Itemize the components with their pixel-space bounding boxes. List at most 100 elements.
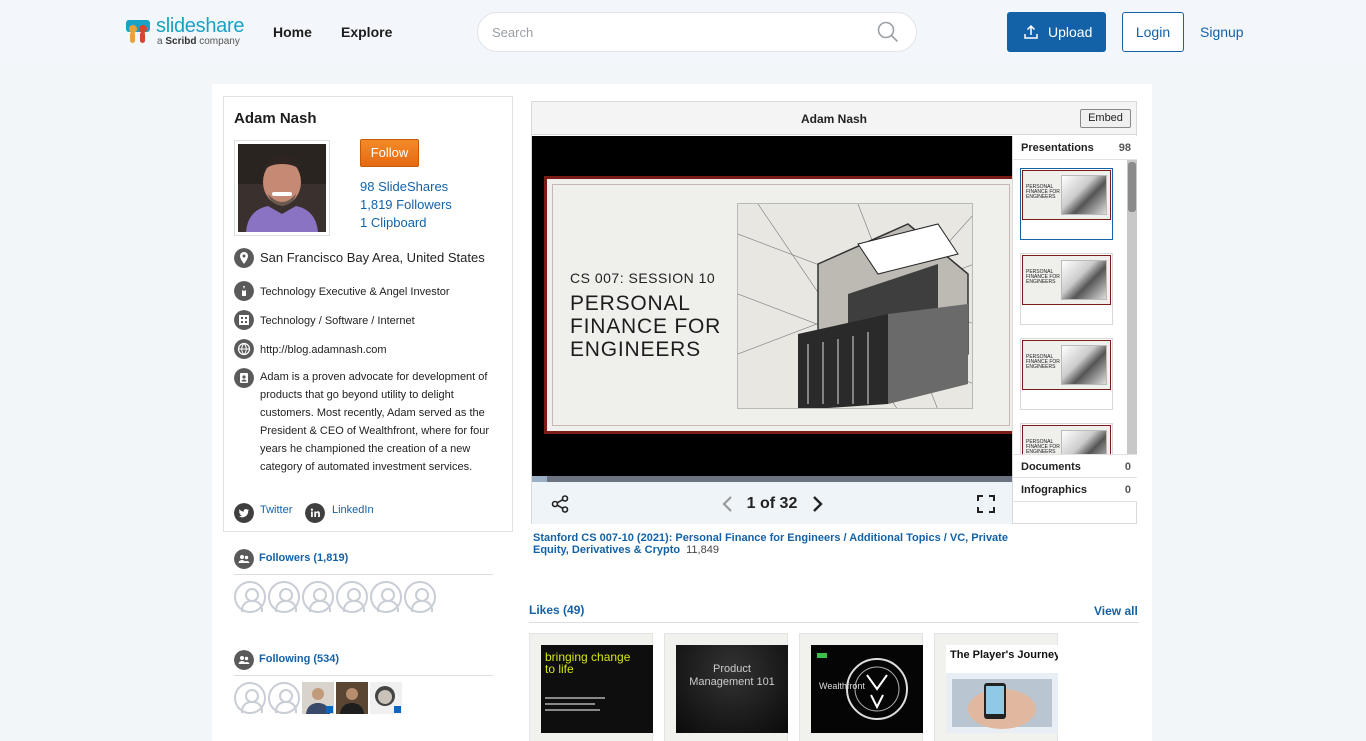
liked-presentation-card[interactable]: The Player's Journey [934,633,1058,741]
liked-thumbnail-art [946,673,1058,733]
avatar-photo [238,144,326,232]
clipboard-count-link[interactable]: 1 Clipboard [360,215,427,230]
thumbnail-item[interactable]: PERSONAL FINANCE FOR ENGINEERS [1020,423,1113,454]
following-group-icon [234,650,254,670]
follower-avatar[interactable] [404,581,436,613]
following-avatar[interactable] [234,682,266,714]
thumbnail-image: PERSONAL FINANCE FOR ENGINEERS [1022,170,1111,220]
followers-divider [234,574,493,575]
thumbnail-item[interactable]: PERSONAL FINANCE FOR ENGINEERS [1020,168,1113,240]
slideshow-viewer: Adam Nash Embed CS 007: SESSION 10 PERSO… [531,101,1137,524]
website-row: http://blog.adamnash.com [234,339,504,359]
linkedin-link[interactable]: LinkedIn [332,504,374,516]
view-count: 11,849 [686,544,719,556]
upload-label: Upload [1048,24,1093,40]
scrollbar-thumb[interactable] [1128,162,1136,212]
viewer-titlebar: Adam Nash Embed [532,102,1136,135]
contact-card-icon [234,368,254,388]
liked-presentation-card[interactable]: Product Management 101 [664,633,788,741]
follower-avatar[interactable] [268,581,300,613]
location-text: San Francisco Bay Area, United States [260,250,485,265]
liked-thumb-text: The Player's Journey [950,649,1058,661]
thumbnail-text: PERSONAL FINANCE FOR ENGINEERS [1026,184,1060,200]
follower-avatar[interactable] [302,581,334,613]
tab-presentations-label: Presentations [1021,142,1094,154]
following-avatar[interactable] [370,682,402,714]
viewer-title: Adam Nash [800,112,868,126]
thumbnail-text: PERSONAL FINANCE FOR ENGINEERS [1026,439,1060,455]
linkedin-icon[interactable] [305,503,325,523]
liked-thumb-text: Management 101 [689,676,775,688]
building-icon [234,310,254,330]
followers-title-link[interactable]: Followers (1,819) [259,552,348,564]
upload-icon [1024,24,1038,39]
following-avatar[interactable] [336,682,368,714]
nav-home[interactable]: Home [273,24,312,40]
occupation-row: Technology Executive & Angel Investor [234,281,504,301]
thumbnail-scrollbar[interactable] [1127,160,1137,454]
slide-subtitle: CS 007: SESSION 10 [570,270,716,286]
search-bar [477,12,917,52]
website-link[interactable]: http://blog.adamnash.com [260,341,387,359]
presentation-title-link[interactable]: Stanford CS 007-10 (2021): Personal Fina… [533,532,1008,556]
logo-wordmark: slideshare [156,15,245,37]
fullscreen-icon[interactable] [976,494,996,514]
search-input[interactable] [492,22,852,42]
followers-group-icon [234,549,254,569]
tab-documents-count: 0 [1124,461,1131,473]
tab-documents-label: Documents [1021,461,1081,473]
next-slide-icon[interactable] [807,494,827,514]
signup-link[interactable]: Signup [1200,24,1244,40]
top-header: slideshare a Scribd company Home Explore… [0,0,1366,64]
liked-thumb-text: to life [545,662,574,676]
upload-button[interactable]: Upload [1007,12,1106,52]
twitter-link[interactable]: Twitter [260,504,292,516]
slide-stage[interactable]: CS 007: SESSION 10 PERSONAL FINANCE FOR … [532,136,1012,482]
embed-button[interactable]: Embed [1080,109,1131,128]
tab-documents[interactable]: Documents 0 [1013,454,1137,478]
profile-card: Adam Nash Follow 98 SlideShares 1,819 Fo… [223,96,513,532]
liked-presentation-card[interactable]: bringing change to life [529,633,653,741]
slideshare-logo-icon [126,20,150,43]
location-row: San Francisco Bay Area, United States [234,248,504,270]
likes-divider [529,622,1139,623]
liked-presentation-card[interactable]: Wealthfront [799,633,923,741]
slideshare-logo[interactable]: slideshare a Scribd company [124,15,254,49]
slide-architecture-image [737,203,973,409]
thumbnail-item[interactable]: PERSONAL FINANCE FOR ENGINEERS [1020,253,1113,325]
follower-avatar[interactable] [234,581,266,613]
liked-thumbnail: Product Management 101 [676,645,788,733]
occupation-text: Technology Executive & Angel Investor [260,286,450,298]
following-divider [234,675,493,676]
industry-text: Technology / Software / Internet [260,315,415,327]
thumbnail-image: PERSONAL FINANCE FOR ENGINEERS [1022,425,1111,454]
followers-count-link[interactable]: 1,819 Followers [360,197,452,212]
following-avatar[interactable] [268,682,300,714]
nav-explore[interactable]: Explore [341,24,392,40]
follower-avatar[interactable] [336,581,368,613]
current-slide: CS 007: SESSION 10 PERSONAL FINANCE FOR … [544,176,1012,434]
liked-thumbnail: The Player's Journey [946,645,1058,733]
thumbnail-text: PERSONAL FINANCE FOR ENGINEERS [1026,269,1060,285]
bio-text: Adam is a proven advocate for developmen… [260,371,490,473]
presentation-caption: Stanford CS 007-10 (2021): Personal Fina… [533,532,1023,556]
twitter-icon[interactable] [234,503,254,523]
slideshares-count-link[interactable]: 98 SlideShares [360,179,448,194]
liked-thumb-text: Product [713,663,751,675]
follow-button[interactable]: Follow [360,139,419,167]
following-title-link[interactable]: Following (534) [259,653,339,665]
likes-title-link[interactable]: Likes (49) [529,603,584,617]
search-icon[interactable] [877,21,899,43]
following-avatar[interactable] [302,682,334,714]
viewer-controls: 1 of 32 [532,482,1012,524]
follower-avatar[interactable] [370,581,402,613]
thumbnail-image: PERSONAL FINANCE FOR ENGINEERS [1022,340,1111,390]
login-button[interactable]: Login [1122,12,1184,52]
tab-presentations-count: 98 [1118,142,1131,154]
thumbnail-item[interactable]: PERSONAL FINANCE FOR ENGINEERS [1020,338,1113,410]
view-all-link[interactable]: View all [1094,604,1138,618]
tab-presentations[interactable]: Presentations 98 [1013,136,1137,160]
liked-thumbnail: Wealthfront [811,645,923,733]
tab-infographics[interactable]: Infographics 0 [1013,478,1137,502]
presentations-sidebar: Presentations 98 PERSONAL FINANCE FOR EN… [1012,136,1137,523]
